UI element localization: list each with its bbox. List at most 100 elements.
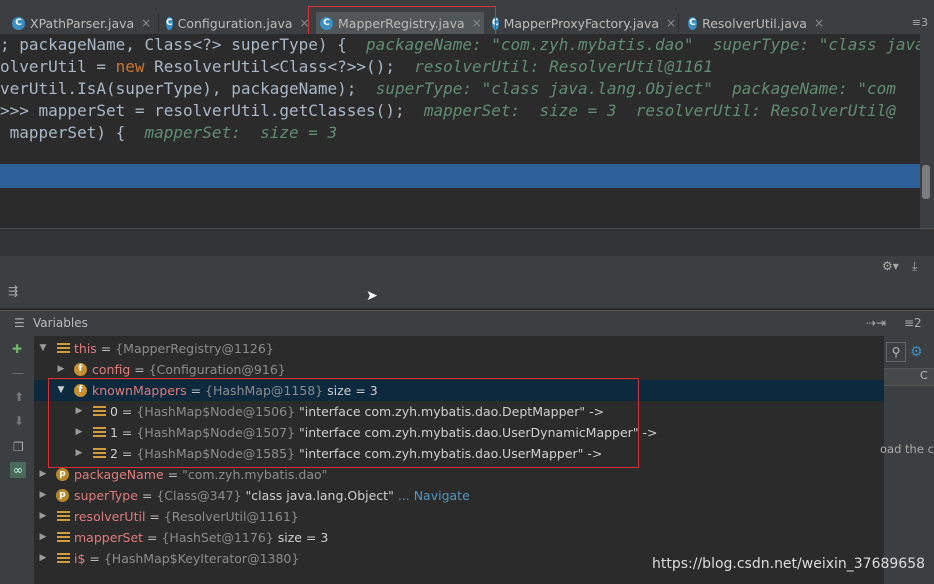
var-name: knownMappers [92, 383, 187, 398]
gear-icon[interactable]: ⚙▾ [882, 259, 899, 273]
code-editor[interactable]: ; packageName, Class<?> superType) { pac… [0, 34, 934, 228]
expand-arrow-icon[interactable]: ▶ [74, 422, 84, 443]
var-name: resolverUtil [74, 509, 146, 524]
var-name: 0 [110, 404, 118, 419]
tree-row-config[interactable]: ▶ f config = {Configuration@916} [34, 359, 884, 380]
expand-arrow-icon[interactable]: ▶ [38, 485, 48, 506]
inline-debug-value: mapperSet: size = 3 resolverUtil: Resolv… [423, 101, 896, 120]
close-icon[interactable]: × [141, 16, 151, 30]
column-header: C [920, 369, 928, 382]
field-icon: f [74, 363, 87, 376]
variables-icon: ☰ [14, 316, 25, 330]
inline-debug-value: mapperSet: size = 3 [144, 123, 338, 142]
var-value: "interface com.zyh.mybatis.dao.UserDynam… [299, 425, 658, 440]
tree-row-resolverutil[interactable]: ▶ resolverUtil = {ResolverUtil@1161} [34, 506, 884, 527]
var-name: superType [74, 488, 138, 503]
expand-arrow-icon[interactable]: ▶ [38, 506, 48, 527]
tree-row-entry-0[interactable]: ▶ 0 = {HashMap$Node@1506} "interface com… [34, 401, 884, 422]
tab-overflow-menu[interactable]: ≡3 [912, 16, 928, 29]
class-icon: C [320, 16, 333, 30]
panel-title: Variables [33, 316, 88, 330]
move-up-icon[interactable]: ⬆ [14, 390, 24, 404]
tab-label: MapperProxyFactory.java [503, 15, 660, 31]
var-name: config [92, 362, 131, 377]
watermark-url: https://blog.csdn.net/weixin_37689658 [652, 556, 926, 572]
tab-mapperproxyfactory[interactable]: C MapperProxyFactory.java × [488, 12, 676, 34]
collapse-arrow-icon[interactable]: ▼ [38, 338, 48, 359]
variables-panel-header: ☰ Variables ⇢⇥ ≡2 [0, 310, 934, 337]
var-name: packageName [74, 467, 164, 482]
layout-toggle-icon[interactable]: ⇢⇥ [866, 316, 886, 330]
code-text: ; packageName, Class<?> superType) { [0, 35, 367, 54]
tab-label: ResolverUtil.java [702, 15, 807, 31]
close-icon[interactable]: × [300, 16, 310, 30]
search-icon[interactable]: ⚲ [886, 342, 906, 362]
tree-row-knownmappers[interactable]: ▼ f knownMappers = {HashMap@1158} size =… [34, 380, 884, 401]
parameter-icon: p [56, 468, 69, 481]
panel-menu-icon[interactable]: ≡2 [904, 316, 922, 330]
tab-label: MapperRegistry.java [338, 15, 465, 31]
object-icon [93, 427, 106, 438]
debug-side-toolbar: ✚ — ⬆ ⬇ ❐ ∞ [0, 336, 35, 584]
tree-row-entry-2[interactable]: ▶ 2 = {HashMap$Node@1585} "interface com… [34, 443, 884, 464]
close-icon[interactable]: × [472, 16, 482, 30]
navigate-link[interactable]: ... Navigate [398, 488, 470, 503]
download-icon[interactable]: ⤓ [912, 259, 917, 274]
close-icon[interactable]: × [666, 16, 676, 30]
close-icon[interactable]: × [814, 16, 824, 30]
code-line-4: >>> mapperSet = resolverUtil.getClasses(… [0, 100, 896, 122]
code-line-2: olverUtil = new ResolverUtil<Class<?>>()… [0, 56, 713, 78]
tab-configuration[interactable]: C Configuration.java × [162, 12, 310, 34]
code-line-5: mapperSet) { mapperSet: size = 3 [0, 122, 338, 144]
var-ref: {Configuration@916} [148, 362, 286, 377]
var-size: size = 3 [327, 383, 378, 398]
show-watches-icon[interactable]: ∞ [10, 462, 26, 478]
restore-layout-icon[interactable]: ⇶ [8, 284, 18, 298]
gear-icon[interactable]: ⚙ [910, 344, 923, 360]
expand-arrow-icon[interactable]: ▶ [56, 359, 66, 380]
var-name: 1 [110, 425, 118, 440]
expand-arrow-icon[interactable]: ▶ [74, 443, 84, 464]
var-ref: {HashMap$KeyIterator@1380} [103, 551, 300, 566]
collapse-arrow-icon[interactable]: ▼ [56, 380, 66, 401]
tree-row-entry-1[interactable]: ▶ 1 = {HashMap$Node@1507} "interface com… [34, 422, 884, 443]
copy-icon[interactable]: ❐ [13, 440, 24, 454]
tree-row-mapperset[interactable]: ▶ mapperSet = {HashSet@1176} size = 3 [34, 527, 884, 548]
var-value: "class java.lang.Object" [245, 488, 394, 503]
tree-row-this[interactable]: ▼ this = {MapperRegistry@1126} [34, 338, 884, 359]
tab-label: Configuration.java [177, 15, 293, 31]
add-watch-icon[interactable]: ✚ [12, 342, 22, 356]
code-line-1: ; packageName, Class<?> superType) { pac… [0, 34, 925, 56]
field-icon: f [74, 384, 87, 397]
var-ref: {Class@347} [156, 488, 242, 503]
expand-arrow-icon[interactable]: ▶ [38, 548, 48, 569]
expand-arrow-icon[interactable]: ▶ [74, 401, 84, 422]
var-name: this [74, 341, 97, 356]
var-ref: {MapperRegistry@1126} [115, 341, 274, 356]
truncated-text: oad the c [880, 442, 934, 456]
object-icon [57, 553, 70, 564]
var-ref: {ResolverUtil@1161} [163, 509, 299, 524]
tab-xpathparser[interactable]: C XPathParser.java × [8, 12, 156, 34]
scrollbar-thumb[interactable] [922, 165, 930, 199]
editor-tab-bar: C XPathParser.java × C Configuration.jav… [0, 0, 934, 35]
tree-row-packagename[interactable]: ▶ p packageName = "com.zyh.mybatis.dao" [34, 464, 884, 485]
frames-area: ⚙▾ ⤓ ⇶ ➤ [0, 256, 934, 308]
tree-row-supertype[interactable]: ▶ p superType = {Class@347} "class java.… [34, 485, 884, 506]
object-icon [57, 532, 70, 543]
parameter-icon: p [56, 489, 69, 502]
tab-mapperregistry[interactable]: C MapperRegistry.java × [316, 12, 484, 34]
inline-debug-value: resolverUtil: ResolverUtil@1161 [414, 57, 713, 76]
move-down-icon[interactable]: ⬇ [14, 414, 24, 428]
tab-resolverutil[interactable]: C ResolverUtil.java × [684, 12, 824, 34]
table-header: C [884, 368, 934, 386]
code-text: verUtil.IsA(superType), packageName); [0, 79, 376, 98]
expand-arrow-icon[interactable]: ▶ [38, 527, 48, 548]
object-icon [57, 511, 70, 522]
var-ref: {HashMap@1158} [205, 383, 324, 398]
object-icon [93, 448, 106, 459]
inline-debug-value: superType: "class java.lang.Object" pack… [375, 79, 896, 98]
expand-arrow-icon[interactable]: ▶ [38, 464, 48, 485]
var-ref: {HashMap$Node@1506} [136, 404, 296, 419]
remove-watch-icon[interactable]: — [12, 366, 24, 380]
